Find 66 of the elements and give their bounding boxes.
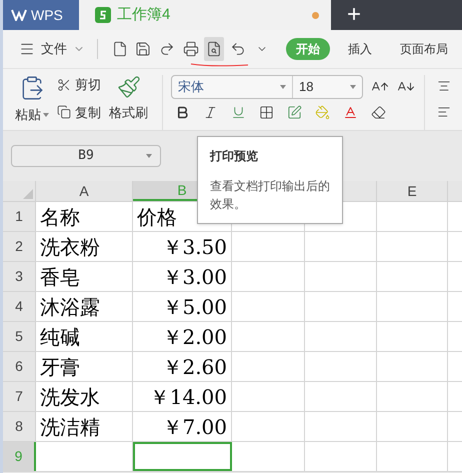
ribbon-tab[interactable]: 插入 xyxy=(338,38,382,60)
row-header[interactable]: 6 xyxy=(3,352,36,381)
underline-icon[interactable] xyxy=(231,105,246,120)
table-cell: 价格 xyxy=(137,206,177,226)
eraser-icon[interactable] xyxy=(371,105,386,120)
save-icon xyxy=(135,41,152,57)
cut-button[interactable]: 剪切 xyxy=(57,75,101,94)
corner-triangle-icon xyxy=(23,189,33,199)
dropdown-caret-icon[interactable] xyxy=(43,112,49,117)
annotation-underline xyxy=(190,62,250,68)
printer-icon xyxy=(182,41,199,57)
table-cell: 洗衣粉 xyxy=(40,236,100,256)
table-cell: ￥5.00 xyxy=(162,296,227,316)
font-color-icon[interactable] xyxy=(343,105,358,120)
active-cell[interactable] xyxy=(133,442,232,471)
logo-icon xyxy=(11,9,27,21)
table-cell: ￥7.00 xyxy=(162,416,227,436)
table-cell: 纯碱 xyxy=(40,326,80,346)
file-menu-button[interactable]: 文件 xyxy=(19,39,93,59)
fill-color-icon[interactable] xyxy=(315,105,330,120)
undo-icon xyxy=(230,41,246,57)
tab-label: 工作簿4 xyxy=(117,4,172,25)
dropdown-caret-icon[interactable] xyxy=(146,154,152,158)
row-header[interactable]: 3 xyxy=(3,262,36,291)
spreadsheet-icon xyxy=(95,7,111,23)
name-box[interactable]: B9 xyxy=(11,145,161,167)
table-cell: ￥2.60 xyxy=(162,356,227,376)
copy-icon xyxy=(57,105,71,120)
table-cell: 洗洁精 xyxy=(40,416,100,436)
italic-icon[interactable] xyxy=(203,105,218,120)
format-painter-button[interactable]: 格式刷 xyxy=(109,75,148,130)
menu-icon xyxy=(19,41,35,57)
table-cell: 牙膏 xyxy=(40,356,80,376)
copy-button[interactable]: 复制 xyxy=(57,102,101,122)
table-cell: ￥14.00 xyxy=(150,386,227,406)
paintbrush-icon xyxy=(116,75,140,99)
column-header[interactable]: E xyxy=(377,181,448,201)
row-header[interactable]: 5 xyxy=(3,322,36,351)
ribbon-tab[interactable]: 页面布局 xyxy=(390,38,458,60)
paste-button[interactable]: 粘贴 xyxy=(15,75,49,130)
table-cell: 香皂 xyxy=(40,266,80,286)
tooltip-title: 打印预览 xyxy=(210,148,259,165)
align-left-icon[interactable] xyxy=(437,105,451,119)
new-tab-button[interactable]: + xyxy=(343,3,366,27)
table-cell: 名称 xyxy=(40,206,80,226)
table-cell: 洗发水 xyxy=(40,386,100,406)
scissors-icon xyxy=(57,78,71,92)
table-cell: ￥3.50 xyxy=(162,236,227,256)
row-header[interactable]: 8 xyxy=(3,412,36,441)
table-cell: ￥3.00 xyxy=(162,266,227,286)
conditional-format-icon[interactable] xyxy=(287,105,302,120)
row-header[interactable]: 4 xyxy=(3,292,36,321)
align-center-icon[interactable] xyxy=(437,79,451,93)
row-header[interactable]: 1 xyxy=(3,202,36,231)
bold-icon[interactable] xyxy=(175,105,190,120)
borders-icon[interactable] xyxy=(259,105,274,120)
table-cell: ￥2.00 xyxy=(162,326,227,346)
print-preview-button[interactable] xyxy=(204,37,224,61)
file-icon xyxy=(112,41,128,57)
home-tab[interactable]: WPS xyxy=(3,0,79,30)
tab-label: WPS xyxy=(31,6,63,24)
row-header[interactable]: 2 xyxy=(3,232,36,261)
redo-icon xyxy=(158,41,175,57)
print-preview-icon xyxy=(206,41,222,57)
table-cell: 沐浴露 xyxy=(40,296,100,316)
row-header[interactable]: 7 xyxy=(3,382,36,411)
